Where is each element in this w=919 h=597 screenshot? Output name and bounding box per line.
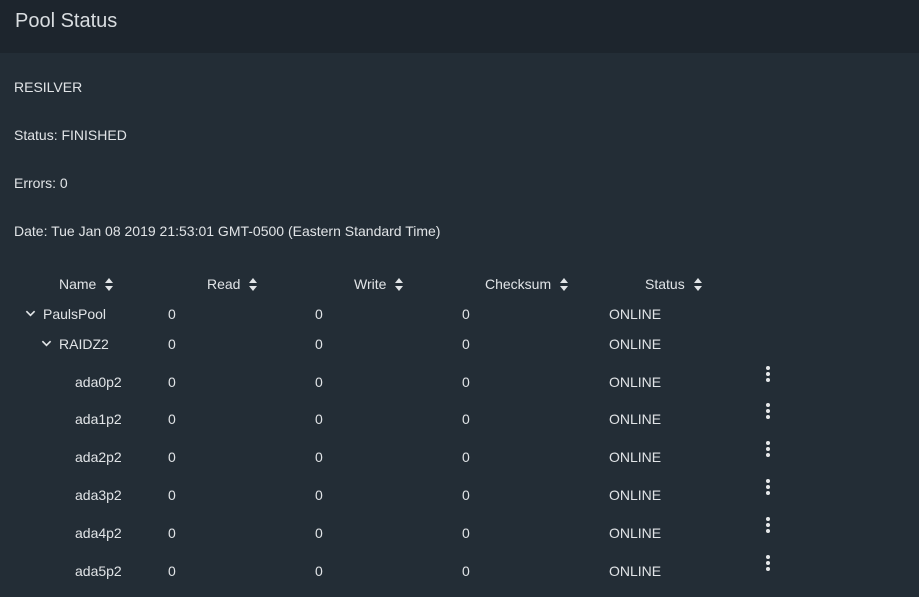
cell-checksum: 0	[462, 563, 470, 579]
cell-read: 0	[168, 525, 176, 541]
cell-name: ada3p2	[75, 487, 122, 503]
table-row-disk: ada0p2 0 0 0 ONLINE	[0, 366, 919, 404]
cell-read: 0	[168, 563, 176, 579]
cell-write: 0	[315, 487, 323, 503]
table-row-disk: ada1p2 0 0 0 ONLINE	[0, 403, 919, 441]
chevron-down-icon[interactable]	[25, 308, 36, 319]
cell-name: ada1p2	[75, 411, 122, 427]
cell-read: 0	[168, 374, 176, 390]
column-header-label: Checksum	[485, 276, 552, 292]
cell-status: ONLINE	[609, 374, 662, 390]
column-header-name[interactable]: Name	[59, 276, 114, 292]
table-row-disk: ada3p2 0 0 0 ONLINE	[0, 479, 919, 517]
sort-icon	[105, 277, 114, 291]
column-header-label: Status	[645, 276, 685, 292]
table-row-disk: ada2p2 0 0 0 ONLINE	[0, 441, 919, 479]
cell-read: 0	[168, 487, 176, 503]
cell-write: 0	[315, 336, 323, 352]
cell-name: ada0p2	[75, 374, 122, 390]
table-row-disk: ada4p2 0 0 0 ONLINE	[0, 517, 919, 555]
column-header-checksum[interactable]: Checksum	[485, 276, 569, 292]
more-vertical-icon[interactable]	[763, 366, 773, 384]
column-header-write[interactable]: Write	[354, 276, 404, 292]
more-vertical-icon[interactable]	[763, 479, 773, 497]
page-title: Pool Status	[15, 10, 118, 32]
sort-icon	[249, 277, 258, 291]
cell-name: PaulsPool	[43, 306, 107, 322]
cell-checksum: 0	[462, 336, 470, 352]
cell-read: 0	[168, 336, 176, 352]
more-vertical-icon[interactable]	[763, 555, 773, 573]
sort-icon	[693, 277, 703, 291]
table-row-pool: PaulsPool 0 0 0 ONLINE	[0, 306, 919, 336]
cell-write: 0	[315, 411, 323, 427]
chevron-down-icon[interactable]	[41, 338, 52, 349]
cell-write: 0	[315, 449, 323, 465]
cell-name: RAIDZ2	[59, 336, 109, 352]
cell-status: ONLINE	[609, 563, 662, 579]
column-header-read[interactable]: Read	[207, 276, 258, 292]
cell-checksum: 0	[462, 487, 470, 503]
cell-read: 0	[168, 449, 176, 465]
cell-write: 0	[315, 306, 323, 322]
more-vertical-icon[interactable]	[763, 403, 773, 421]
cell-name: ada5p2	[75, 563, 122, 579]
cell-checksum: 0	[462, 411, 470, 427]
cell-status: ONLINE	[609, 411, 662, 427]
cell-status: ONLINE	[609, 336, 662, 352]
scan-date: Date: Tue Jan 08 2019 21:53:01 GMT-0500 …	[14, 223, 441, 239]
cell-status: ONLINE	[609, 306, 662, 322]
column-header-label: Read	[207, 276, 241, 292]
cell-read: 0	[168, 411, 176, 427]
sort-icon	[395, 277, 404, 291]
column-header-label: Write	[354, 276, 387, 292]
cell-checksum: 0	[462, 449, 470, 465]
cell-checksum: 0	[462, 306, 470, 322]
scan-type: RESILVER	[14, 79, 83, 95]
column-header-label: Name	[59, 276, 97, 292]
cell-write: 0	[315, 374, 323, 390]
more-vertical-icon[interactable]	[763, 517, 773, 535]
cell-write: 0	[315, 563, 323, 579]
more-vertical-icon[interactable]	[763, 441, 773, 459]
cell-write: 0	[315, 525, 323, 541]
cell-name: ada2p2	[75, 449, 122, 465]
cell-checksum: 0	[462, 525, 470, 541]
cell-status: ONLINE	[609, 525, 662, 541]
table-row-vdev: RAIDZ2 0 0 0 ONLINE	[0, 336, 919, 366]
cell-status: ONLINE	[609, 487, 662, 503]
column-header-status[interactable]: Status	[645, 276, 703, 292]
table-row-disk: ada5p2 0 0 0 ONLINE	[0, 555, 919, 593]
scan-status: Status: FINISHED	[14, 127, 127, 143]
cell-status: ONLINE	[609, 449, 662, 465]
cell-read: 0	[168, 306, 176, 322]
cell-name: ada4p2	[75, 525, 122, 541]
page-header: Pool Status	[0, 0, 919, 53]
scan-errors: Errors: 0	[14, 175, 68, 191]
cell-checksum: 0	[462, 374, 470, 390]
pool-status-page: Pool Status RESILVER Status: FINISHED Er…	[0, 0, 919, 597]
sort-icon	[560, 277, 569, 291]
